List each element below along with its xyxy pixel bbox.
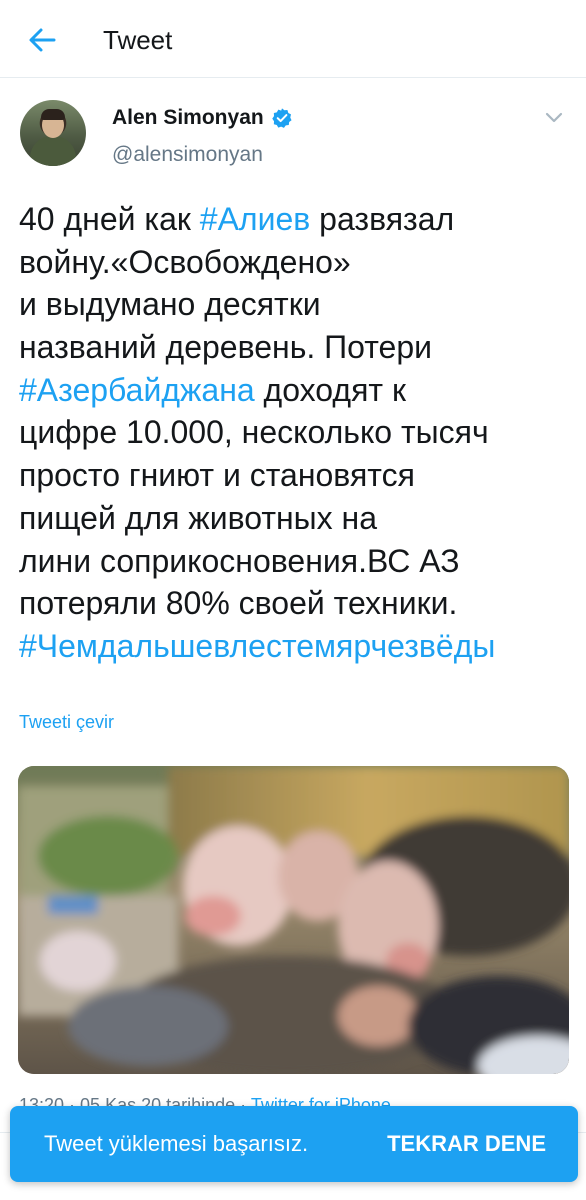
tweet-detail-screen: Tweet Alen Simonyan @alensimonyan 40 дне…: [0, 0, 586, 1200]
verified-badge-icon: [271, 108, 292, 128]
tweet-text-line: 40 дней как #Алиев развязал: [19, 198, 569, 241]
tweet-text-segment: лини соприкосновения.ВС АЗ: [19, 542, 460, 579]
retry-button[interactable]: TEKRAR DENE: [387, 1130, 546, 1158]
chevron-down-icon: [545, 112, 563, 123]
tweet-text-line: цифре 10.000, несколько тысяч: [19, 411, 569, 454]
toast-message: Tweet yüklemesi başarısız.: [44, 1131, 309, 1156]
hashtag-link[interactable]: #Азербайджана: [19, 372, 255, 408]
tweet-media-photo[interactable]: [18, 766, 569, 1074]
arrow-left-icon: [29, 28, 56, 52]
back-button[interactable]: [20, 20, 64, 60]
avatar-figure-body: [30, 136, 76, 166]
tweet-text-line: названий деревень. Потери: [19, 326, 569, 369]
page-title: Tweet: [103, 25, 173, 55]
translate-tweet-link[interactable]: Tweeti çevir: [19, 710, 114, 734]
avatar[interactable]: [20, 100, 86, 166]
tweet-text-line: #Чемдальшевлестемярчезвёды: [19, 625, 569, 668]
tweet-text-line: потеряли 80% своей техники.: [19, 582, 569, 625]
tweet-text-segment: и выдумано десятки: [19, 286, 321, 323]
author-name[interactable]: Alen Simonyan: [112, 106, 293, 130]
tweet-menu-button[interactable]: [542, 108, 566, 128]
tweet-text: 40 дней как #Алиев развязал войну.«Освобо…: [19, 198, 569, 668]
avatar-figure-hair: [41, 109, 65, 120]
author-name-text: Alen Simonyan: [112, 106, 264, 129]
tweet-text-segment: 40 дней как: [19, 201, 200, 237]
tweet-text-segment: доходят к: [254, 371, 406, 408]
hashtag-link[interactable]: #Алиев: [200, 201, 310, 237]
tweet-text-segment: цифре 10.000, несколько тысяч: [19, 414, 489, 451]
snackbar-toast: Tweet yüklemesi başarısız. TEKRAR DENE: [10, 1106, 578, 1182]
tweet-text-line: лини соприкосновения.ВС АЗ: [19, 540, 569, 583]
photo-image: [18, 766, 569, 1074]
tweet-text-line: и выдумано десятки: [19, 283, 569, 326]
tweet-text-segment: просто гниют и становятся: [19, 457, 415, 494]
hashtag-link[interactable]: #Чемдальшевлестемярчезвёды: [19, 628, 495, 664]
top-app-bar: Tweet: [0, 0, 586, 78]
author-handle[interactable]: @alensimonyan: [112, 142, 263, 168]
tweet-text-segment: развязал: [310, 201, 455, 237]
tweet-text-segment: названий деревень. Потери: [19, 329, 433, 366]
tweet-text-line: #Азербайджана доходят к: [19, 369, 569, 412]
tweet-text-line: пищей для животных на: [19, 497, 569, 540]
tweet-text-line: просто гниют и становятся: [19, 454, 569, 497]
tweet-text-segment: потеряли 80% своей техники.: [19, 585, 458, 622]
tweet-text-segment: пищей для животных на: [19, 499, 377, 536]
tweet-text-line: войну.«Освобождено»: [19, 241, 569, 284]
tweet-text-segment: войну.«Освобождено»: [19, 243, 351, 280]
